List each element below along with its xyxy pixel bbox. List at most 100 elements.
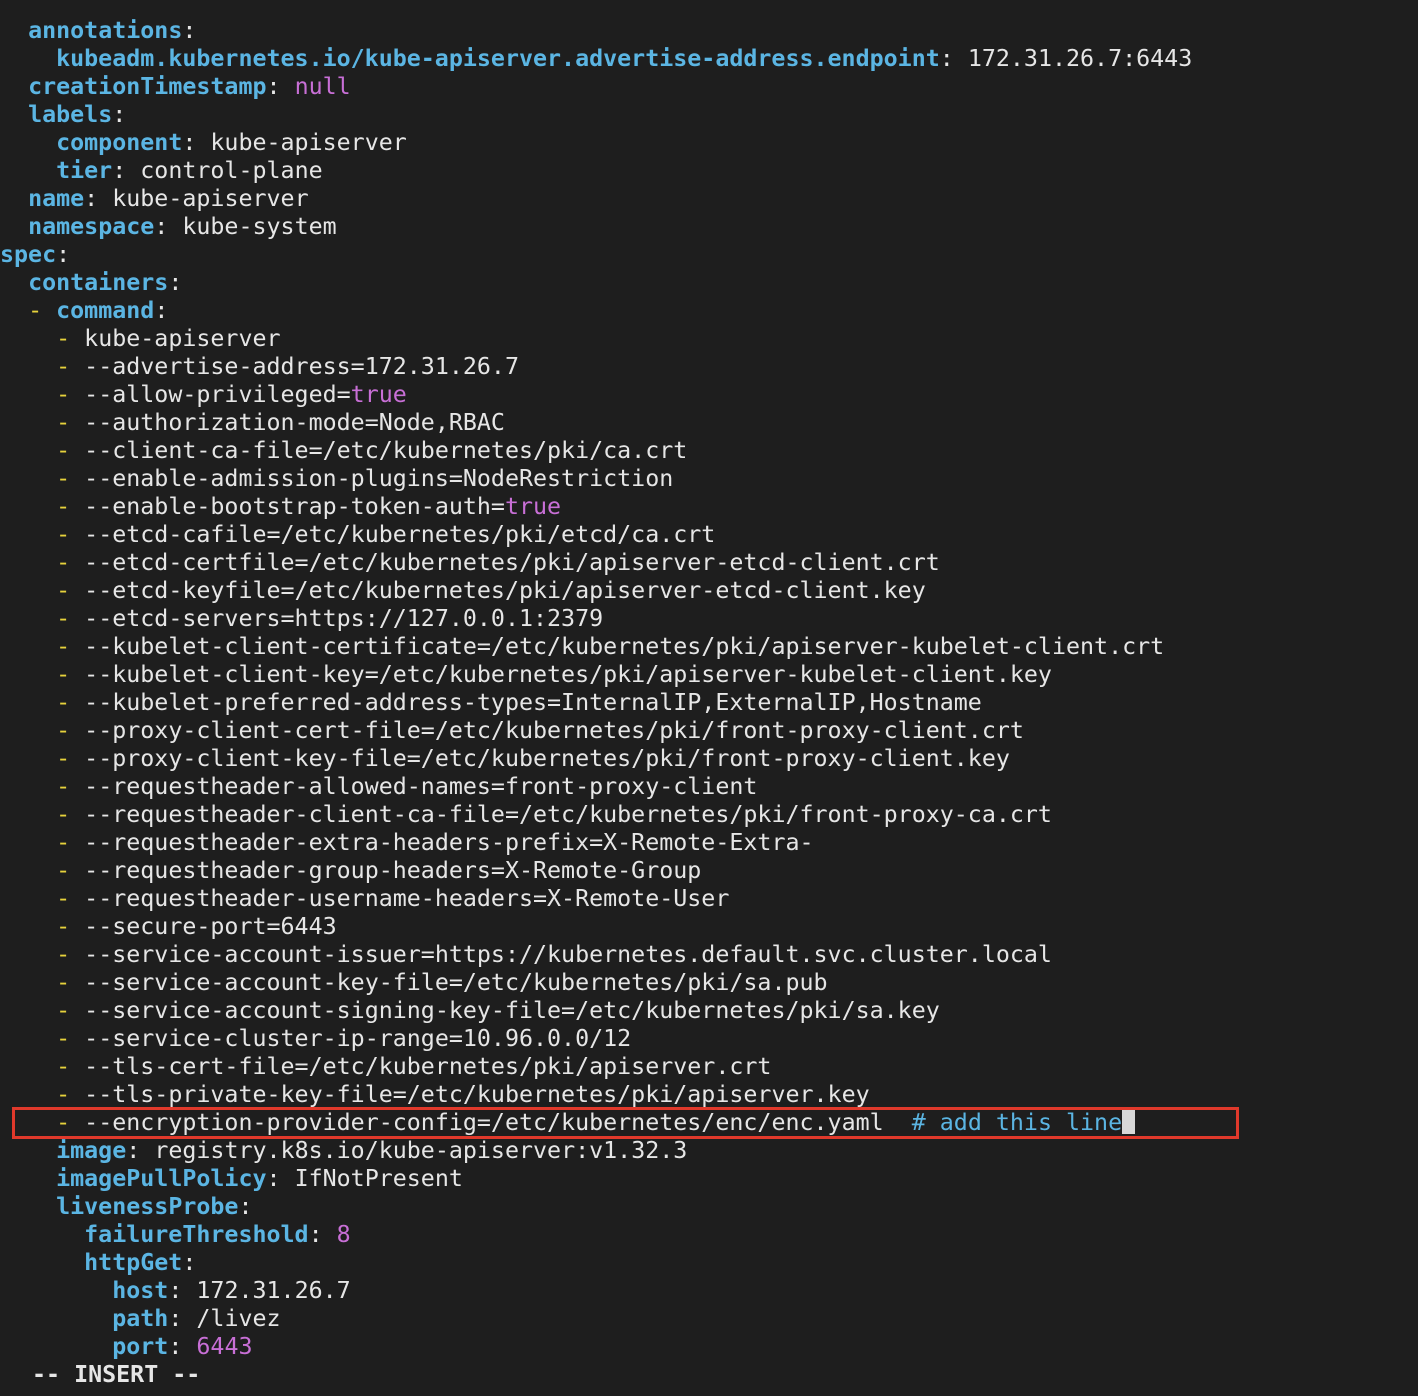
editor-line[interactable]: - --service-cluster-ip-range=10.96.0.0/1… — [0, 1025, 1418, 1053]
yaml-value: 8 — [336, 1221, 351, 1248]
editor-line[interactable]: - --service-account-key-file=/etc/kubern… — [0, 969, 1418, 997]
list-dash: - — [56, 353, 85, 380]
editor-line[interactable]: - --requestheader-group-headers=X-Remote… — [0, 857, 1418, 885]
editor-line[interactable]: - --kubelet-client-key=/etc/kubernetes/p… — [0, 661, 1418, 689]
editor-line[interactable]: component: kube-apiserver — [0, 129, 1418, 157]
yaml-value: --allow-privileged= — [84, 381, 351, 408]
yaml-key: path — [112, 1305, 169, 1332]
editor-line[interactable]: - --secure-port=6443 — [0, 913, 1418, 941]
yaml-editor-buffer[interactable]: annotations: kubeadm.kubernetes.io/kube-… — [0, 17, 1418, 1361]
editor-line[interactable]: annotations: — [0, 17, 1418, 45]
editor-line[interactable]: - --advertise-address=172.31.26.7 — [0, 353, 1418, 381]
yaml-key: annotations — [28, 17, 183, 44]
yaml-boolean-literal: true — [350, 381, 407, 408]
yaml-value: --service-cluster-ip-range=10.96.0.0/12 — [84, 1025, 632, 1052]
yaml-value: registry.k8s.io/kube-apiserver:v1.32.3 — [154, 1137, 688, 1164]
editor-line[interactable]: port: 6443 — [0, 1333, 1418, 1361]
editor-line[interactable]: - --service-account-signing-key-file=/et… — [0, 997, 1418, 1025]
editor-line[interactable]: tier: control-plane — [0, 157, 1418, 185]
editor-line[interactable]: - --proxy-client-cert-file=/etc/kubernet… — [0, 717, 1418, 745]
editor-line[interactable]: creationTimestamp: null — [0, 73, 1418, 101]
editor-line[interactable]: - --enable-bootstrap-token-auth=true — [0, 493, 1418, 521]
editor-line[interactable]: - --proxy-client-key-file=/etc/kubernete… — [0, 745, 1418, 773]
yaml-key: image — [56, 1137, 127, 1164]
editor-line[interactable]: httpGet: — [0, 1249, 1418, 1277]
editor-line[interactable]: image: registry.k8s.io/kube-apiserver:v1… — [0, 1137, 1418, 1165]
list-dash: - — [56, 913, 85, 940]
list-dash: - — [56, 941, 85, 968]
key-colon: : — [182, 1249, 197, 1276]
editor-line[interactable]: - --client-ca-file=/etc/kubernetes/pki/c… — [0, 437, 1418, 465]
yaml-key: containers — [28, 269, 169, 296]
editor-line[interactable]: containers: — [0, 269, 1418, 297]
key-colon: : — [56, 241, 71, 268]
key-colon: : — [168, 1305, 183, 1332]
editor-line[interactable]: failureThreshold: 8 — [0, 1221, 1418, 1249]
editor-line[interactable]: - --kubelet-client-certificate=/etc/kube… — [0, 633, 1418, 661]
editor-line[interactable]: labels: — [0, 101, 1418, 129]
list-dash: - — [56, 689, 85, 716]
yaml-value: --client-ca-file=/etc/kubernetes/pki/ca.… — [84, 437, 688, 464]
editor-line[interactable]: - --requestheader-allowed-names=front-pr… — [0, 773, 1418, 801]
editor-line[interactable]: livenessProbe: — [0, 1193, 1418, 1221]
key-colon: : — [266, 1165, 281, 1192]
yaml-value: --kubelet-preferred-address-types=Intern… — [84, 689, 982, 716]
yaml-key: component — [56, 129, 183, 156]
list-dash: - — [56, 409, 85, 436]
editor-line[interactable]: namespace: kube-system — [0, 213, 1418, 241]
editor-line[interactable]: - --authorization-mode=Node,RBAC — [0, 409, 1418, 437]
yaml-key: namespace — [28, 213, 155, 240]
editor-line[interactable]: imagePullPolicy: IfNotPresent — [0, 1165, 1418, 1193]
editor-line[interactable]: - --tls-private-key-file=/etc/kubernetes… — [0, 1081, 1418, 1109]
key-colon: : — [154, 297, 169, 324]
editor-line[interactable]: path: /livez — [0, 1305, 1418, 1333]
editor-line[interactable]: - --etcd-certfile=/etc/kubernetes/pki/ap… — [0, 549, 1418, 577]
editor-line[interactable]: - --etcd-keyfile=/etc/kubernetes/pki/api… — [0, 577, 1418, 605]
key-colon: : — [154, 213, 169, 240]
editor-line[interactable]: - kube-apiserver — [0, 325, 1418, 353]
editor-line[interactable]: host: 172.31.26.7 — [0, 1277, 1418, 1305]
editor-line[interactable]: name: kube-apiserver — [0, 185, 1418, 213]
yaml-key: labels — [28, 101, 113, 128]
key-colon: : — [182, 17, 197, 44]
editor-line[interactable]: - --service-account-issuer=https://kuber… — [0, 941, 1418, 969]
list-dash: - — [56, 773, 85, 800]
editor-line[interactable]: - --enable-admission-plugins=NodeRestric… — [0, 465, 1418, 493]
list-dash: - — [56, 745, 85, 772]
editor-line[interactable]: kubeadm.kubernetes.io/kube-apiserver.adv… — [0, 45, 1418, 73]
yaml-value: --requestheader-group-headers=X-Remote-G… — [84, 857, 702, 884]
key-colon: : — [168, 1333, 183, 1360]
editor-line[interactable]: - --requestheader-username-headers=X-Rem… — [0, 885, 1418, 913]
list-dash: - — [28, 297, 57, 324]
editor-line[interactable]: - --tls-cert-file=/etc/kubernetes/pki/ap… — [0, 1053, 1418, 1081]
yaml-value: --etcd-keyfile=/etc/kubernetes/pki/apise… — [84, 577, 926, 604]
editor-line[interactable]: - --kubelet-preferred-address-types=Inte… — [0, 689, 1418, 717]
editor-line[interactable]: - --requestheader-client-ca-file=/etc/ku… — [0, 801, 1418, 829]
editor-line[interactable]: spec: — [0, 241, 1418, 269]
editor-line[interactable]: - --etcd-cafile=/etc/kubernetes/pki/etcd… — [0, 521, 1418, 549]
editor-line[interactable]: - --etcd-servers=https://127.0.0.1:2379 — [0, 605, 1418, 633]
yaml-key: imagePullPolicy — [56, 1165, 267, 1192]
yaml-key: name — [28, 185, 85, 212]
editor-line[interactable]: - command: — [0, 297, 1418, 325]
yaml-key: creationTimestamp — [28, 73, 267, 100]
editor-line[interactable]: - --allow-privileged=true — [0, 381, 1418, 409]
editor-line[interactable]: - --requestheader-extra-headers-prefix=X… — [0, 829, 1418, 857]
key-colon: : — [112, 157, 127, 184]
yaml-value: --service-account-issuer=https://kuberne… — [84, 941, 1052, 968]
